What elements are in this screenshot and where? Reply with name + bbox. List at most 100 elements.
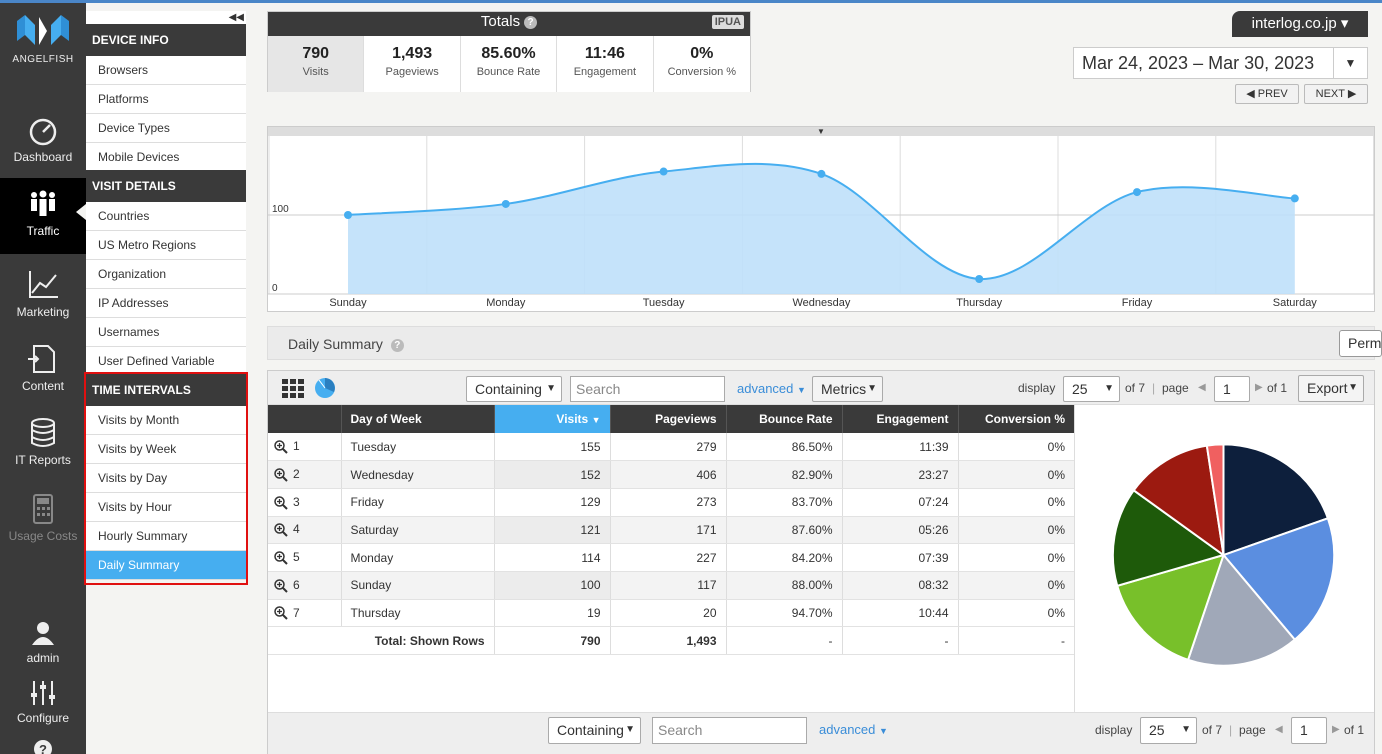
data-point-sunday[interactable] bbox=[344, 211, 352, 219]
nav-admin[interactable]: admin bbox=[0, 621, 86, 665]
table-row[interactable]: 2 Wednesday 152 406 82.90% 23:27 0% bbox=[268, 460, 1074, 489]
data-point-tuesday[interactable] bbox=[659, 167, 668, 176]
cell-day: Saturday bbox=[341, 516, 495, 545]
metric-bounce-rate[interactable]: 85.60% Bounce Rate bbox=[460, 36, 558, 92]
column-bounce-rate[interactable]: Bounce Rate bbox=[726, 405, 843, 433]
advanced-link[interactable]: advanced ▼ bbox=[737, 376, 806, 403]
column-conversion[interactable]: Conversion % bbox=[958, 405, 1074, 433]
chart-toggle[interactable]: ▼ bbox=[268, 127, 1374, 136]
row-number-cell[interactable]: 1 bbox=[268, 433, 342, 462]
row-number-cell[interactable]: 4 bbox=[268, 516, 342, 545]
subnav-item-countries[interactable]: Countries bbox=[86, 202, 246, 231]
table-row[interactable]: 4 Saturday 121 171 87.60% 05:26 0% bbox=[268, 516, 1074, 545]
nav-admin-label: admin bbox=[26, 651, 60, 665]
table-row[interactable]: 5 Monday 114 227 84.20% 07:39 0% bbox=[268, 543, 1074, 572]
zoom-in-icon[interactable] bbox=[274, 468, 288, 482]
zoom-in-icon[interactable] bbox=[274, 578, 288, 593]
caret-left-icon: ◀ bbox=[1246, 88, 1255, 100]
subnav-item-mobile-devices[interactable]: Mobile Devices bbox=[86, 143, 246, 172]
chevron-down-icon[interactable]: ▼ bbox=[1333, 48, 1367, 78]
nav-content[interactable]: Content bbox=[0, 343, 86, 393]
table-row[interactable]: 6 Sunday 100 117 88.00% 08:32 0% bbox=[268, 571, 1074, 600]
column-visits[interactable]: Visits ▼ bbox=[494, 405, 611, 433]
row-number: 2 bbox=[293, 467, 300, 482]
subnav-item-usernames[interactable]: Usernames bbox=[86, 318, 246, 347]
footer-page-number-input[interactable]: 1 bbox=[1291, 717, 1327, 744]
nav-usage-costs[interactable]: Usage Costs bbox=[0, 493, 86, 543]
row-number-cell[interactable]: 6 bbox=[268, 571, 342, 600]
column-pageviews[interactable]: Pageviews bbox=[610, 405, 727, 433]
prev-button[interactable]: ◀ PREV bbox=[1235, 84, 1299, 104]
data-point-thursday[interactable] bbox=[975, 274, 984, 283]
subnav-item-us-metro-regions[interactable]: US Metro Regions bbox=[86, 231, 246, 260]
subnav-item-browsers[interactable]: Browsers bbox=[86, 56, 246, 85]
date-range-picker[interactable]: Mar 24, 2023 – Mar 30, 2023 ▼ bbox=[1073, 47, 1368, 79]
subnav-item-organization[interactable]: Organization bbox=[86, 260, 246, 289]
metric-conversion[interactable]: 0% Conversion % bbox=[653, 36, 751, 92]
footer-display-count-select[interactable]: 25 ▼ bbox=[1140, 717, 1197, 744]
zoom-in-icon[interactable] bbox=[274, 495, 288, 510]
footer-advanced-link[interactable]: advanced ▼ bbox=[819, 717, 888, 744]
nav-it-reports[interactable]: IT Reports bbox=[0, 417, 86, 467]
row-number-cell[interactable]: 3 bbox=[268, 488, 342, 517]
help-icon[interactable]: ? bbox=[390, 338, 404, 352]
total-visits: 790 bbox=[494, 626, 611, 655]
filter-select-value: Containing bbox=[475, 381, 542, 397]
metrics-button[interactable]: Metrics ▼ bbox=[812, 376, 883, 402]
display-count-select[interactable]: 25 ▼ bbox=[1063, 376, 1120, 402]
page-prev-icon[interactable]: ◀ bbox=[1198, 375, 1206, 401]
metric-engagement[interactable]: 11:46 Engagement bbox=[557, 36, 654, 92]
nav-dashboard[interactable]: Dashboard bbox=[0, 116, 86, 164]
footer-page-prev-icon[interactable]: ◀ bbox=[1275, 717, 1283, 743]
data-point-wednesday[interactable] bbox=[817, 169, 826, 178]
pie-chart-icon[interactable] bbox=[314, 377, 336, 399]
table-row[interactable]: 7 Thursday 19 20 94.70% 10:44 0% bbox=[268, 599, 1074, 628]
ipua-badge[interactable]: IPUA bbox=[711, 15, 744, 29]
row-number-cell[interactable]: 5 bbox=[268, 543, 342, 572]
visits-pie-chart bbox=[1074, 405, 1374, 715]
date-range-value: Mar 24, 2023 – Mar 30, 2023 bbox=[1082, 53, 1315, 73]
data-point-friday[interactable] bbox=[1133, 188, 1141, 197]
search-input[interactable]: Search bbox=[570, 376, 725, 402]
help-icon[interactable]: ? bbox=[524, 15, 538, 29]
table-row[interactable]: 1 Tuesday 155 279 86.50% 11:39 0% bbox=[268, 433, 1074, 462]
subnav-item-device-types[interactable]: Device Types bbox=[86, 114, 246, 143]
metric-visits[interactable]: 790 Visits bbox=[268, 36, 365, 92]
column-day-of-week[interactable]: Day of Week bbox=[341, 405, 495, 433]
subnav-item-ip-addresses[interactable]: IP Addresses bbox=[86, 289, 246, 318]
zoom-in-icon[interactable] bbox=[274, 551, 288, 565]
footer-filter-select[interactable]: Containing ▼ bbox=[548, 717, 641, 744]
cell-day: Tuesday bbox=[341, 433, 495, 462]
page-next-icon[interactable]: ▶ bbox=[1255, 375, 1263, 401]
nav-marketing[interactable]: Marketing bbox=[0, 269, 86, 319]
chevron-down-icon: ▾ bbox=[1340, 15, 1349, 32]
total-engagement: - bbox=[842, 626, 959, 655]
page-number-input[interactable]: 1 bbox=[1214, 376, 1250, 402]
cell-engagement: 07:24 bbox=[842, 488, 959, 517]
nav-traffic[interactable]: Traffic bbox=[0, 178, 86, 254]
help-icon[interactable]: ? bbox=[0, 739, 86, 754]
zoom-in-icon[interactable] bbox=[274, 606, 288, 621]
subnav-item-platforms[interactable]: Platforms bbox=[86, 85, 246, 114]
angelfish-logo[interactable]: ANGELFISH bbox=[0, 11, 86, 65]
data-point-monday[interactable] bbox=[501, 199, 510, 208]
row-number-cell[interactable]: 7 bbox=[268, 599, 342, 628]
metric-pageviews[interactable]: 1,493 Pageviews bbox=[364, 36, 461, 92]
row-number-cell[interactable]: 2 bbox=[268, 460, 342, 489]
column-engagement[interactable]: Engagement bbox=[842, 405, 959, 433]
next-button[interactable]: NEXT ▶ bbox=[1304, 84, 1368, 104]
collapse-subnav-button[interactable]: ◀◀ bbox=[86, 11, 246, 24]
nav-configure[interactable]: Configure bbox=[0, 679, 86, 725]
grid-view-icon[interactable] bbox=[282, 379, 304, 399]
footer-page-next-icon[interactable]: ▶ bbox=[1332, 717, 1340, 743]
area-fill bbox=[348, 163, 1295, 294]
export-button[interactable]: Export ▼ bbox=[1298, 375, 1364, 402]
account-selector[interactable]: interlog.co.jp ▾ bbox=[1232, 11, 1368, 37]
filter-select[interactable]: Containing ▼ bbox=[466, 376, 562, 402]
table-row[interactable]: 3 Friday 129 273 83.70% 07:24 0% bbox=[268, 488, 1074, 517]
zoom-in-icon[interactable] bbox=[274, 523, 288, 538]
zoom-in-icon[interactable] bbox=[274, 440, 288, 454]
footer-search-input[interactable]: Search bbox=[652, 717, 807, 744]
data-point-saturday[interactable] bbox=[1290, 194, 1299, 203]
permalink-button[interactable]: Perma bbox=[1339, 330, 1382, 357]
